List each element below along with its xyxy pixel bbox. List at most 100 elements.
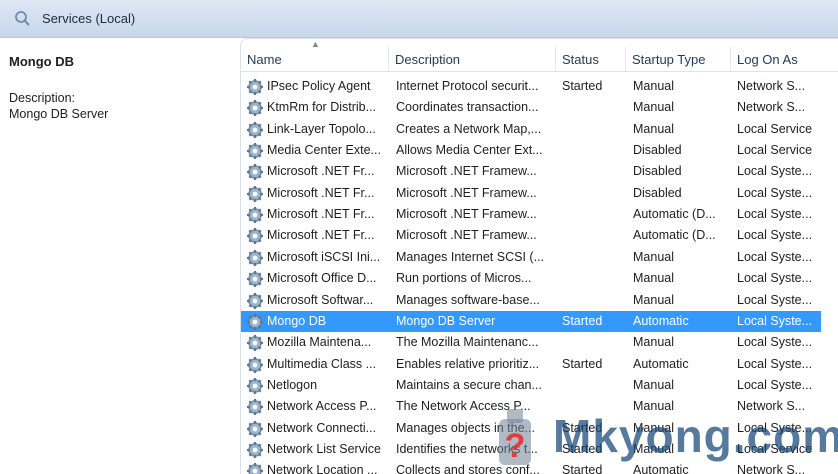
service-status-cell [562, 225, 624, 246]
service-log-on-as-cell: Local Syste... [737, 313, 813, 328]
service-name-cell: Network List Service [267, 441, 381, 456]
search-icon [15, 11, 30, 26]
service-description-cell: Manages objects in the... [396, 420, 535, 435]
service-gear-icon [247, 356, 263, 373]
table-row[interactable]: KtmRm for Distrib... Coordinates transact… [241, 97, 821, 118]
service-description-cell: Manages Internet SCSI (... [396, 249, 544, 264]
service-description-cell: Creates a Network Map,... [396, 121, 542, 136]
window-title: Services (Local) [42, 11, 136, 26]
service-status-cell [562, 161, 624, 182]
title-bar: Services (Local) [0, 0, 838, 38]
service-status-cell: Started [562, 463, 603, 474]
service-status-cell [562, 183, 624, 204]
service-name-cell: Network Location ... [267, 463, 378, 474]
column-header-startup-type-label: Startup Type [632, 52, 706, 67]
table-row[interactable]: Network Location ... Collects and stores … [241, 460, 821, 474]
table-row[interactable]: Microsoft .NET Fr... Microsoft .NET Frame… [241, 161, 821, 182]
service-log-on-as-cell: Network S... [737, 463, 806, 474]
service-log-on-as-cell: Local Syste... [737, 164, 813, 179]
service-status-cell: Started [562, 356, 603, 371]
service-description-cell: Microsoft .NET Framew... [396, 207, 537, 222]
service-gear-icon [247, 441, 263, 458]
selected-service-name: Mongo DB [9, 54, 74, 69]
service-gear-icon [247, 335, 263, 352]
service-name-cell: Microsoft .NET Fr... [267, 207, 375, 222]
service-description-cell: Internet Protocol securit... [396, 79, 539, 93]
service-log-on-as-cell: Network S... [737, 100, 806, 115]
service-detail-pane: Mongo DB Description: Mongo DB Server [0, 38, 240, 474]
table-row[interactable]: Mozilla Maintena... The Mozilla Maintenan… [241, 332, 821, 353]
service-log-on-as-cell: Local Syste... [737, 185, 813, 200]
column-header-name-label: Name [247, 52, 282, 67]
table-row[interactable]: IPsec Policy Agent Internet Protocol secu… [241, 76, 821, 97]
service-log-on-as-cell: Local Syste... [737, 292, 813, 307]
service-startup-type-cell: Manual [633, 377, 674, 392]
service-startup-type-cell: Disabled [633, 164, 682, 179]
table-row[interactable]: Media Center Exte... Allows Media Center … [241, 140, 821, 161]
service-description-cell: Mongo DB Server [396, 313, 496, 328]
table-row[interactable]: Microsoft Softwar... Manages software-bas… [241, 290, 821, 311]
service-log-on-as-cell: Local Syste... [737, 207, 813, 222]
table-row[interactable]: Network Access P... The Network Access P.… [241, 396, 821, 417]
service-description-cell: Enables relative prioritiz... [396, 356, 540, 371]
column-header-status[interactable]: Status [556, 47, 626, 71]
service-status-cell [562, 332, 624, 353]
table-row[interactable]: Multimedia Class ... Enables relative pri… [241, 354, 821, 375]
service-name-cell: Microsoft Softwar... [267, 292, 374, 307]
service-status-cell: Started [562, 441, 603, 456]
service-name-cell: Network Connecti... [267, 420, 377, 435]
column-header-log-on-as[interactable]: Log On As [731, 47, 838, 71]
service-name-cell: Media Center Exte... [267, 143, 381, 158]
service-status-cell: Started [562, 420, 603, 435]
table-row[interactable]: Network List Service Identifies the netwo… [241, 439, 821, 460]
table-row[interactable]: Microsoft iSCSI Ini... Manages Internet S… [241, 247, 821, 268]
column-header-description-label: Description [395, 52, 461, 67]
service-startup-type-cell: Manual [633, 441, 674, 456]
service-status-cell [562, 97, 624, 118]
service-description-cell: Run portions of Micros... [396, 271, 532, 286]
service-description-cell: Microsoft .NET Framew... [396, 228, 537, 243]
service-status-cell [562, 375, 624, 396]
service-name-cell: Microsoft .NET Fr... [267, 228, 375, 243]
service-name-cell: Network Access P... [267, 399, 377, 414]
service-description-cell: The Mozilla Maintenanc... [396, 335, 539, 350]
column-header-status-label: Status [562, 52, 599, 67]
table-row[interactable]: Microsoft .NET Fr... Microsoft .NET Frame… [241, 204, 821, 225]
service-startup-type-cell: Disabled [633, 185, 682, 200]
service-description-cell: Microsoft .NET Framew... [396, 164, 537, 179]
service-startup-type-cell: Manual [633, 79, 674, 93]
column-header-startup-type[interactable]: Startup Type [626, 47, 731, 71]
service-startup-type-cell: Manual [633, 292, 674, 307]
service-name-cell: Microsoft .NET Fr... [267, 185, 375, 200]
service-description-cell: The Network Access P... [396, 399, 531, 414]
column-header-name[interactable]: Name ▲ [241, 39, 389, 71]
service-gear-icon [247, 249, 263, 266]
service-gear-icon [247, 463, 263, 474]
column-header-description[interactable]: Description [389, 47, 556, 71]
service-status-cell: Started [562, 313, 603, 328]
table-row[interactable]: Network Connecti... Manages objects in th… [241, 418, 821, 439]
table-row[interactable]: Link-Layer Topolo... Creates a Network Ma… [241, 119, 821, 140]
table-row[interactable]: Microsoft .NET Fr... Microsoft .NET Frame… [241, 183, 821, 204]
service-description-cell: Collects and stores conf... [396, 463, 540, 474]
service-log-on-as-cell: Local Syste... [737, 271, 813, 286]
service-startup-type-cell: Automatic [633, 356, 689, 371]
service-gear-icon [247, 207, 263, 224]
service-startup-type-cell: Manual [633, 335, 674, 350]
service-name-cell: Mongo DB [267, 313, 327, 328]
service-gear-icon [247, 271, 263, 288]
table-row[interactable]: Netlogon Maintains a secure chan... Manual… [241, 375, 821, 396]
service-name-cell: Mozilla Maintena... [267, 335, 372, 350]
table-row[interactable]: Microsoft Office D... Run portions of Mic… [241, 268, 821, 289]
service-name-cell: IPsec Policy Agent [267, 79, 371, 93]
service-description-cell: Microsoft .NET Framew... [396, 185, 537, 200]
service-name-cell: Microsoft Office D... [267, 271, 377, 286]
services-list[interactable]: Name ▲ Description Status Startup Type L… [240, 38, 838, 474]
service-log-on-as-cell: Local Syste... [737, 228, 813, 243]
table-row[interactable]: Mongo DB Mongo DB Server Started Automatic L… [241, 310, 821, 332]
table-row[interactable]: Microsoft .NET Fr... Microsoft .NET Frame… [241, 225, 821, 246]
service-gear-icon [247, 143, 263, 160]
service-gear-icon [247, 100, 263, 117]
service-log-on-as-cell: Local Syste... [737, 377, 813, 392]
service-startup-type-cell: Automatic (D... [633, 228, 716, 243]
